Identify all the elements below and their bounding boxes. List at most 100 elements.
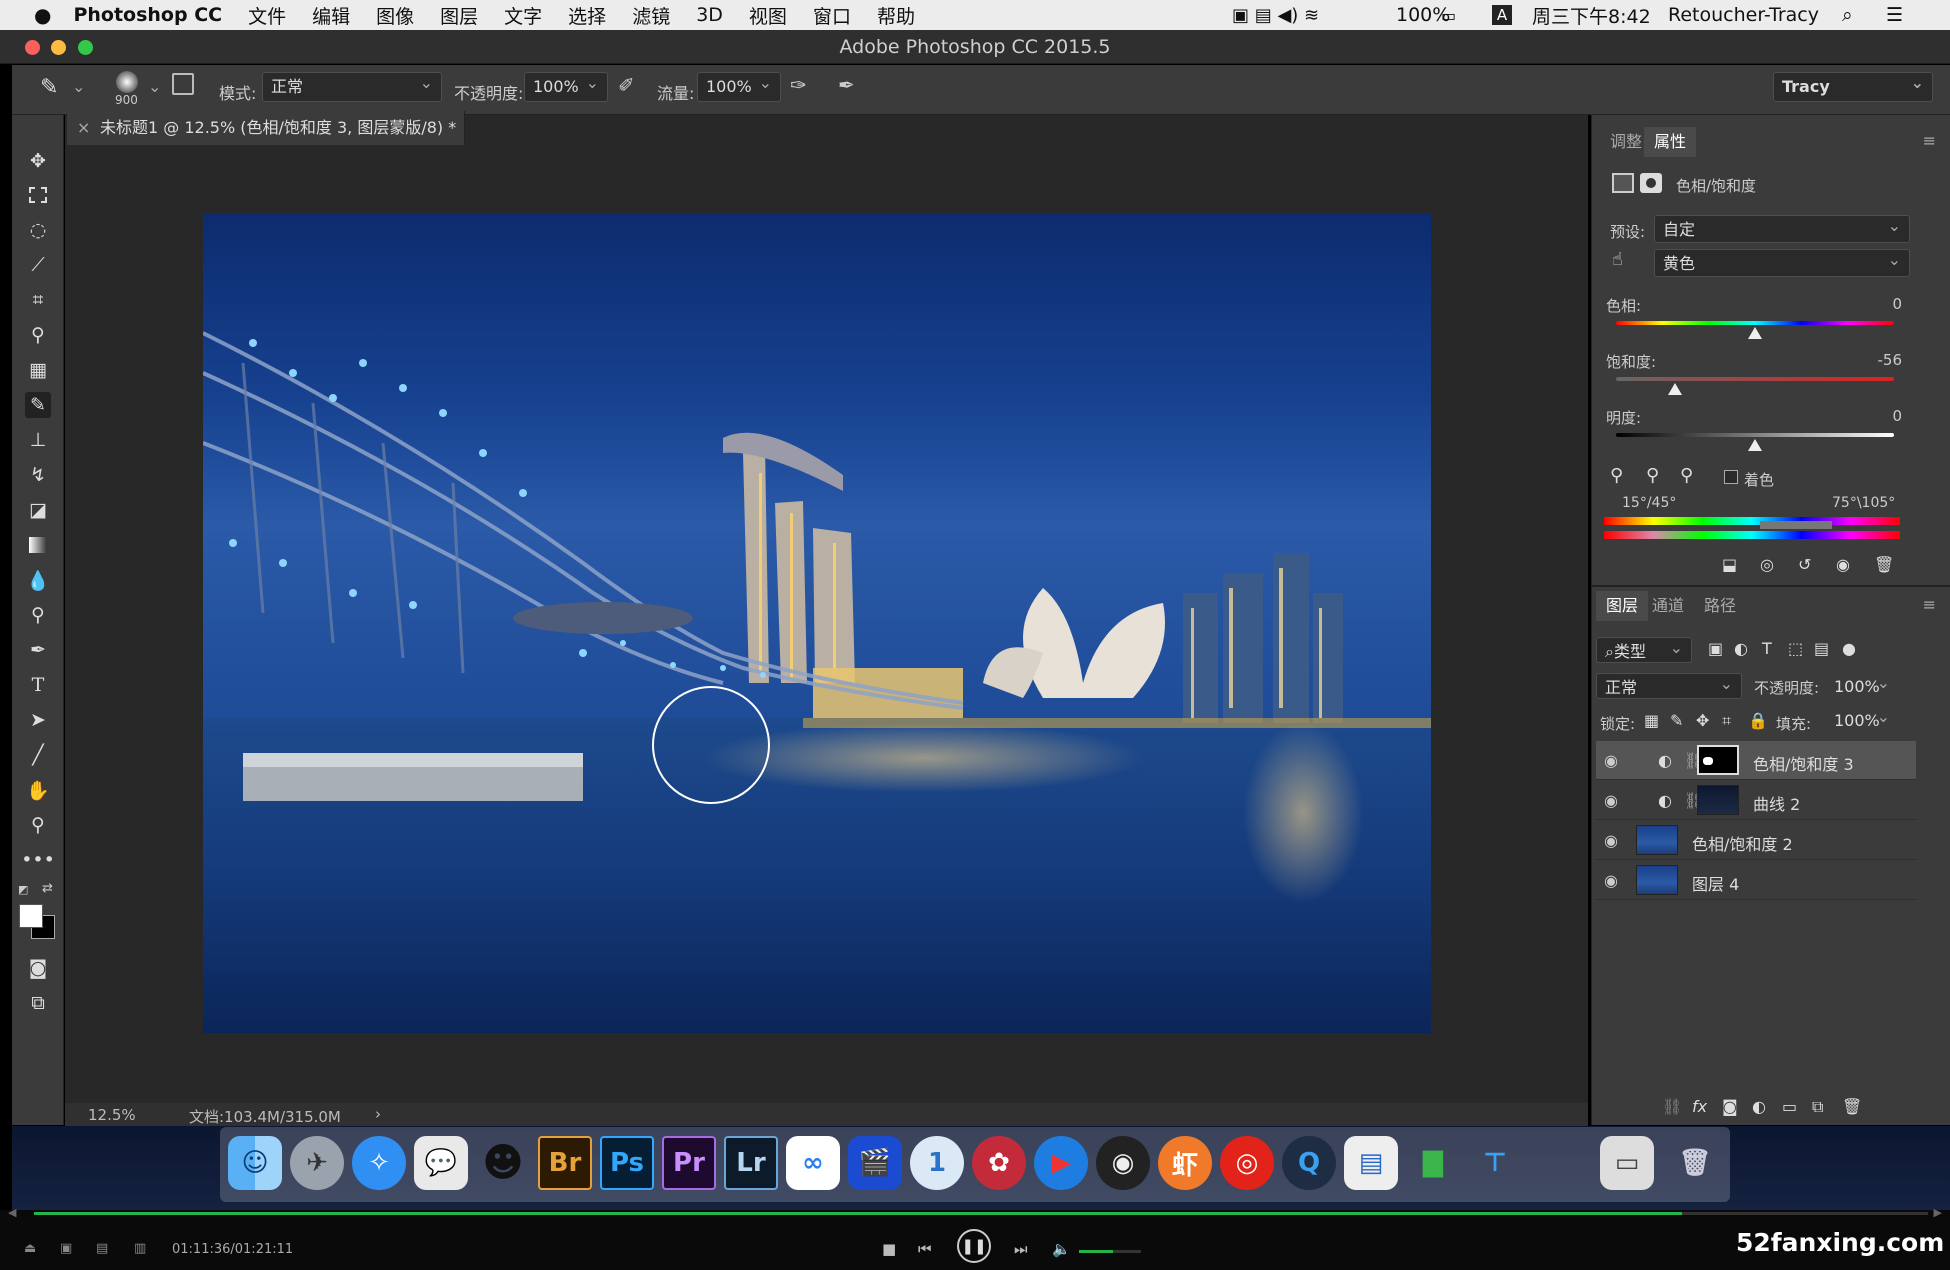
layer-thumbnail[interactable] — [1636, 865, 1678, 895]
player-prev-arrow-icon[interactable]: ◀ — [8, 1206, 16, 1219]
menu-view[interactable]: 视图 — [749, 2, 787, 29]
add-mask-icon[interactable]: ◙ — [1722, 1097, 1738, 1116]
tab-paths[interactable]: 路径 — [1694, 591, 1746, 621]
layer-row[interactable]: ◉ 色相/饱和度 2 — [1596, 821, 1916, 860]
hand-tool-icon[interactable]: ✋ — [25, 777, 51, 803]
opacity-pressure-icon[interactable]: ✐ — [618, 73, 635, 97]
lightness-value[interactable]: 0 — [1852, 407, 1902, 425]
layer-name[interactable]: 曲线 2 — [1753, 791, 1800, 815]
mask-icon[interactable] — [1640, 173, 1662, 193]
layer-opacity-input[interactable]: 100% — [1826, 669, 1898, 699]
player-next-arrow-icon[interactable]: ▶ — [1934, 1206, 1942, 1219]
hue-slider-thumb[interactable] — [1748, 327, 1762, 339]
clock[interactable]: 周三下午8:42 — [1532, 2, 1651, 29]
foreground-color-swatch[interactable] — [19, 904, 43, 928]
lightroom-icon[interactable]: Lr — [724, 1136, 778, 1190]
channel-select[interactable]: 黄色 — [1654, 246, 1910, 277]
new-adjustment-icon[interactable]: ◐ — [1752, 1097, 1766, 1116]
layer-name[interactable]: 色相/饱和度 2 — [1692, 831, 1793, 855]
menu-help[interactable]: 帮助 — [877, 2, 915, 29]
targeted-adjust-hand-icon[interactable]: ☝ — [1612, 249, 1623, 270]
premiere-icon[interactable]: Pr — [662, 1136, 716, 1190]
canvas[interactable] — [203, 213, 1431, 1033]
playlist-icon[interactable]: ▥ — [134, 1241, 146, 1256]
lock-position-icon[interactable]: ✥ — [1696, 711, 1709, 730]
clone-stamp-tool-icon[interactable]: ⊥ — [25, 427, 51, 453]
lock-artboard-icon[interactable]: ⌗ — [1722, 711, 1731, 731]
eyedropper-icon[interactable]: ⚲ — [1610, 465, 1623, 486]
brush-preview[interactable] — [116, 71, 138, 93]
layer-thumbnail[interactable] — [1636, 825, 1678, 855]
close-window-button[interactable] — [25, 40, 40, 55]
brush-picker-chevron-icon[interactable]: ⌄ — [148, 77, 161, 96]
size-pressure-icon[interactable]: ✒ — [838, 73, 855, 97]
zoom-window-button[interactable] — [78, 40, 93, 55]
marquee-tool-icon[interactable] — [25, 182, 51, 208]
filter-type-icon[interactable]: T — [1762, 639, 1772, 658]
saturation-slider[interactable] — [1616, 377, 1894, 381]
quick-mask-icon[interactable]: ◙ — [25, 955, 51, 981]
menu-image[interactable]: 图像 — [376, 2, 414, 29]
hue-slider[interactable] — [1616, 321, 1894, 325]
close-tab-icon[interactable]: × — [77, 111, 90, 145]
preview-icon[interactable]: ▤ — [1344, 1136, 1398, 1190]
qq-icon[interactable]: ☻ — [476, 1136, 530, 1190]
eyedropper-add-icon[interactable]: ⚲ — [1646, 465, 1659, 486]
status-menu-arrow-icon[interactable]: › — [375, 1105, 381, 1123]
layer-row[interactable]: ◉ 图层 4 — [1596, 861, 1916, 900]
volume-icon[interactable]: 🔈 — [1052, 1240, 1071, 1258]
view-previous-icon[interactable]: ◎ — [1760, 555, 1774, 574]
tab-channels[interactable]: 通道 — [1642, 591, 1694, 621]
new-group-icon[interactable]: ▭ — [1782, 1097, 1797, 1116]
player-app-icon[interactable]: ▶ — [1034, 1136, 1088, 1190]
saturation-slider-thumb[interactable] — [1668, 383, 1682, 395]
eject-icon[interactable]: ⏏ — [24, 1241, 36, 1256]
default-colors-icon[interactable]: ◩ — [18, 883, 32, 896]
filter-adjustment-icon[interactable]: ◐ — [1734, 639, 1748, 658]
delete-adjustment-icon[interactable]: 🗑 — [1874, 555, 1894, 574]
pen-tool-icon[interactable]: ✒ — [25, 637, 51, 663]
eyedropper-subtract-icon[interactable]: ⚲ — [1680, 465, 1693, 486]
launchpad-icon[interactable]: ✈ — [290, 1136, 344, 1190]
lightness-slider-thumb[interactable] — [1748, 439, 1762, 451]
finder-icon[interactable]: ☺ — [228, 1136, 282, 1190]
photoshop-icon[interactable]: Ps — [600, 1136, 654, 1190]
xiami-icon[interactable]: 虾 — [1158, 1136, 1212, 1190]
stop-icon[interactable]: ■ — [882, 1240, 896, 1258]
menu-type[interactable]: 文字 — [504, 2, 542, 29]
apple-icon[interactable]: ● — [34, 3, 51, 27]
onepassword-icon[interactable]: 1 — [910, 1136, 964, 1190]
zoom-tool-icon[interactable]: ⚲ — [25, 812, 51, 838]
mode-select[interactable]: 正常 — [262, 69, 442, 102]
lock-transparency-icon[interactable]: ▦ — [1644, 711, 1659, 730]
filter-toggle-icon[interactable]: ● — [1842, 639, 1856, 658]
zoom-level[interactable]: 12.5% — [88, 1106, 136, 1124]
panel-menu-icon[interactable]: ≡ — [1923, 131, 1936, 150]
eyedropper-tool-icon[interactable]: ⚲ — [25, 322, 51, 348]
minimize-window-button[interactable] — [51, 40, 66, 55]
document-tab[interactable]: × 未标题1 @ 12.5% (色相/饱和度 3, 图层蒙版/8) * — [67, 111, 465, 145]
tab-layers[interactable]: 图层 — [1596, 591, 1649, 621]
delete-layer-icon[interactable]: 🗑 — [1842, 1097, 1862, 1116]
layer-row[interactable]: ◉ ◐ ⛓ 曲线 2 — [1596, 781, 1916, 820]
dodge-tool-icon[interactable]: ⚲ — [25, 602, 51, 628]
brush-panel-toggle-icon[interactable] — [172, 73, 194, 95]
brush-tool-icon[interactable]: ✎ — [40, 75, 58, 100]
fill-input[interactable]: 100% — [1826, 703, 1898, 733]
video-app-icon[interactable]: 🎬 — [848, 1136, 902, 1190]
type-tool-icon[interactable]: T — [25, 672, 51, 698]
range-slider[interactable] — [1760, 521, 1832, 529]
history-brush-tool-icon[interactable]: ↯ — [25, 462, 51, 488]
blend-mode-select[interactable]: 正常 — [1596, 670, 1742, 699]
brush-tool-icon[interactable]: ✎ — [25, 392, 51, 418]
airbrush-icon[interactable]: ✑ — [790, 73, 807, 97]
layer-mask-thumbnail[interactable] — [1697, 745, 1739, 775]
wechat-icon[interactable]: 💬 — [414, 1136, 468, 1190]
menu-select[interactable]: 选择 — [568, 2, 606, 29]
lightness-slider[interactable] — [1616, 433, 1894, 437]
lock-pixels-icon[interactable]: ✎ — [1670, 711, 1683, 730]
pause-button[interactable]: ❚❚ — [957, 1229, 991, 1263]
quick-select-tool-icon[interactable]: ⟋ — [25, 252, 51, 278]
eraser-tool-icon[interactable]: ◪ — [25, 497, 51, 523]
layer-row[interactable]: ◉ ◐ ⛓ 色相/饱和度 3 — [1596, 741, 1916, 780]
